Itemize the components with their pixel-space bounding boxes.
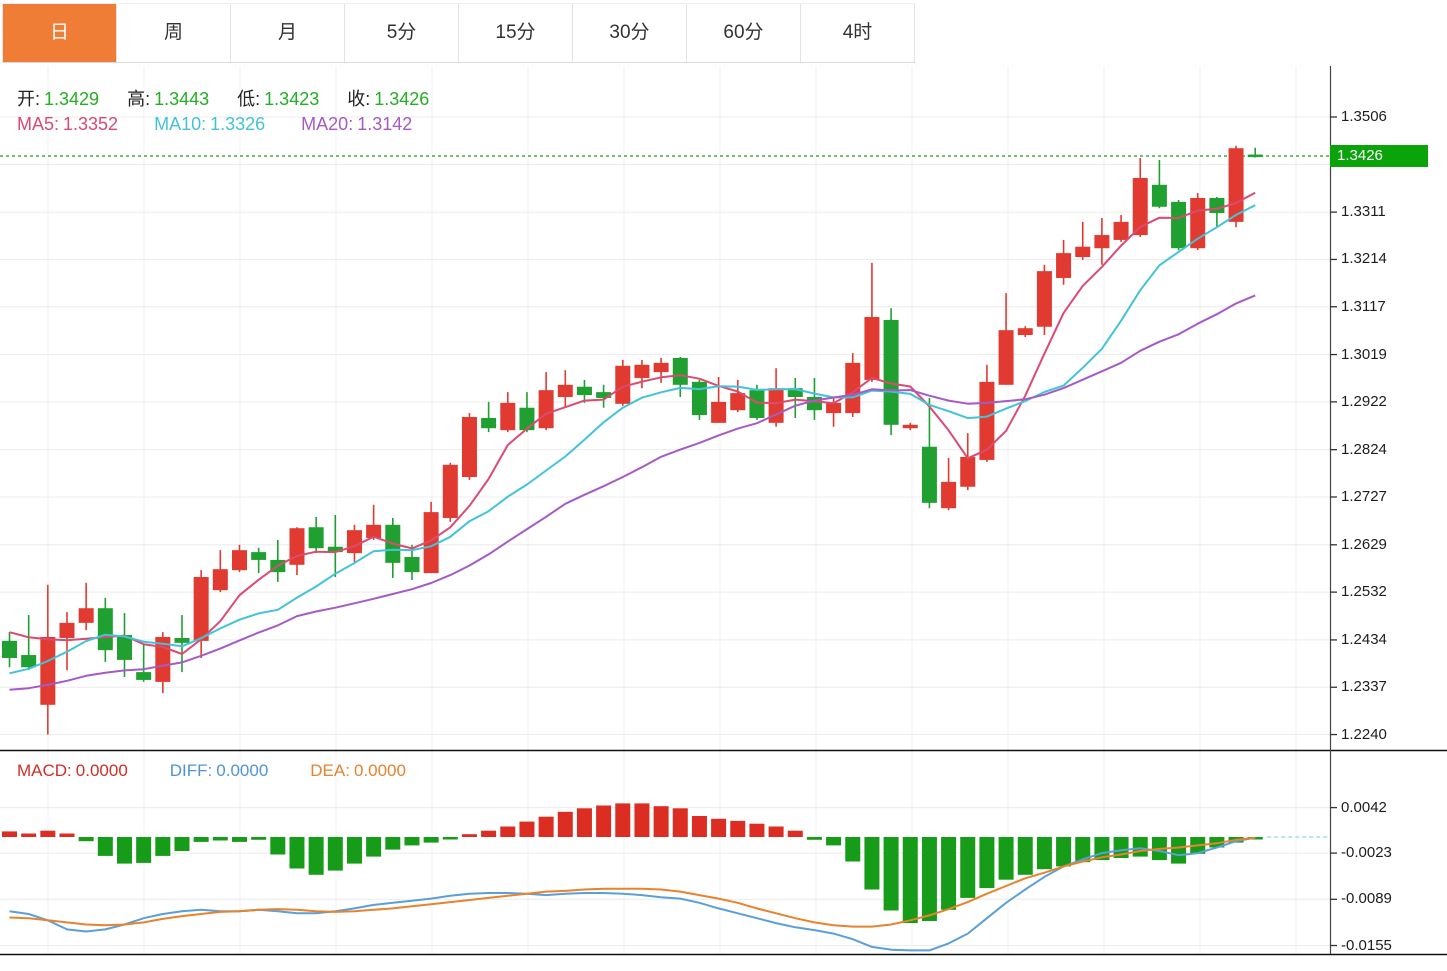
legend-label: 低: (237, 89, 260, 109)
legend-item: DIFF:0.0000 (170, 761, 269, 781)
tab-5min[interactable]: 5分 (345, 4, 459, 62)
legend-value: 1.3429 (44, 89, 99, 109)
legend-value: 1.3142 (357, 114, 412, 134)
legend-label: 高: (127, 89, 150, 109)
macd-legend: MACD:0.0000DIFF:0.0000DEA:0.0000 (17, 761, 406, 781)
macd-axis-label: -0.0023 (1341, 844, 1441, 861)
timeframe-tabbar: 日周月5分15分30分60分4时 (2, 3, 915, 63)
legend-value: 1.3423 (264, 89, 319, 109)
legend-label: DEA: (310, 761, 350, 780)
legend-value: 0.0000 (216, 761, 268, 780)
legend-item: DEA:0.0000 (310, 761, 406, 781)
legend-item: 高:1.3443 (127, 85, 209, 111)
tab-15min[interactable]: 15分 (459, 4, 573, 62)
legend-value: 1.3352 (63, 114, 118, 134)
price-axis-label: 1.2337 (1341, 678, 1441, 695)
price-axis-label: 1.2532 (1341, 583, 1441, 600)
tab-month[interactable]: 月 (231, 4, 345, 62)
legend-item: 收:1.3426 (347, 85, 429, 111)
tab-4hour[interactable]: 4时 (801, 4, 915, 62)
macd-axis-label: -0.0089 (1341, 890, 1441, 907)
ohlc-legend: 开:1.3429 高:1.3443 低:1.3423 收:1.3426 (17, 85, 429, 111)
legend-item: MA5:1.3352 (17, 114, 118, 135)
price-axis-label: 1.2922 (1341, 393, 1441, 410)
legend-label: 开: (17, 89, 40, 109)
legend-value: 1.3326 (210, 114, 265, 134)
legend-value: 0.0000 (354, 761, 406, 780)
legend-item: MACD:0.0000 (17, 761, 128, 781)
price-axis-label: 1.3214 (1341, 250, 1441, 267)
legend-item: MA20:1.3142 (301, 114, 412, 135)
legend-value: 0.0000 (76, 761, 128, 780)
legend-item: MA10:1.3326 (154, 114, 265, 135)
price-axis-label: 1.3311 (1341, 203, 1441, 220)
legend-label: MA20: (301, 114, 353, 134)
price-axis-label: 1.2727 (1341, 488, 1441, 505)
legend-label: MACD: (17, 761, 72, 780)
tab-day[interactable]: 日 (2, 4, 117, 62)
price-axis-label: 1.3117 (1341, 298, 1441, 315)
price-axis-label: 1.3019 (1341, 346, 1441, 363)
macd-axis-label: 0.0042 (1341, 799, 1441, 816)
trading-chart-app: 日周月5分15分30分60分4时 开:1.3429高:1.3443低:1.342… (0, 0, 1447, 971)
legend-label: MA10: (154, 114, 206, 134)
legend-value: 1.3443 (154, 89, 209, 109)
chart-canvas[interactable] (0, 0, 1447, 971)
price-axis-label: 1.2824 (1341, 441, 1441, 458)
tab-60min[interactable]: 60分 (687, 4, 801, 62)
legend-item: 开:1.3429 (17, 85, 99, 111)
tab-week[interactable]: 周 (117, 4, 231, 62)
tab-30min[interactable]: 30分 (573, 4, 687, 62)
price-axis-label: 1.2434 (1341, 631, 1441, 648)
legend-value: 1.3426 (374, 89, 429, 109)
price-axis-label: 1.2629 (1341, 536, 1441, 553)
price-axis-label: 1.2240 (1341, 726, 1441, 743)
legend-item: 低:1.3423 (237, 85, 319, 111)
price-axis-label: 1.3506 (1341, 108, 1441, 125)
ma-legend: MA5:1.3352 MA10:1.3326 MA20:1.3142 (17, 114, 412, 135)
legend-label: DIFF: (170, 761, 213, 780)
legend-label: MA5: (17, 114, 59, 134)
macd-axis-label: -0.0155 (1341, 937, 1441, 954)
current-price-tag: 1.3426 (1330, 145, 1428, 167)
legend-label: 收: (347, 89, 370, 109)
